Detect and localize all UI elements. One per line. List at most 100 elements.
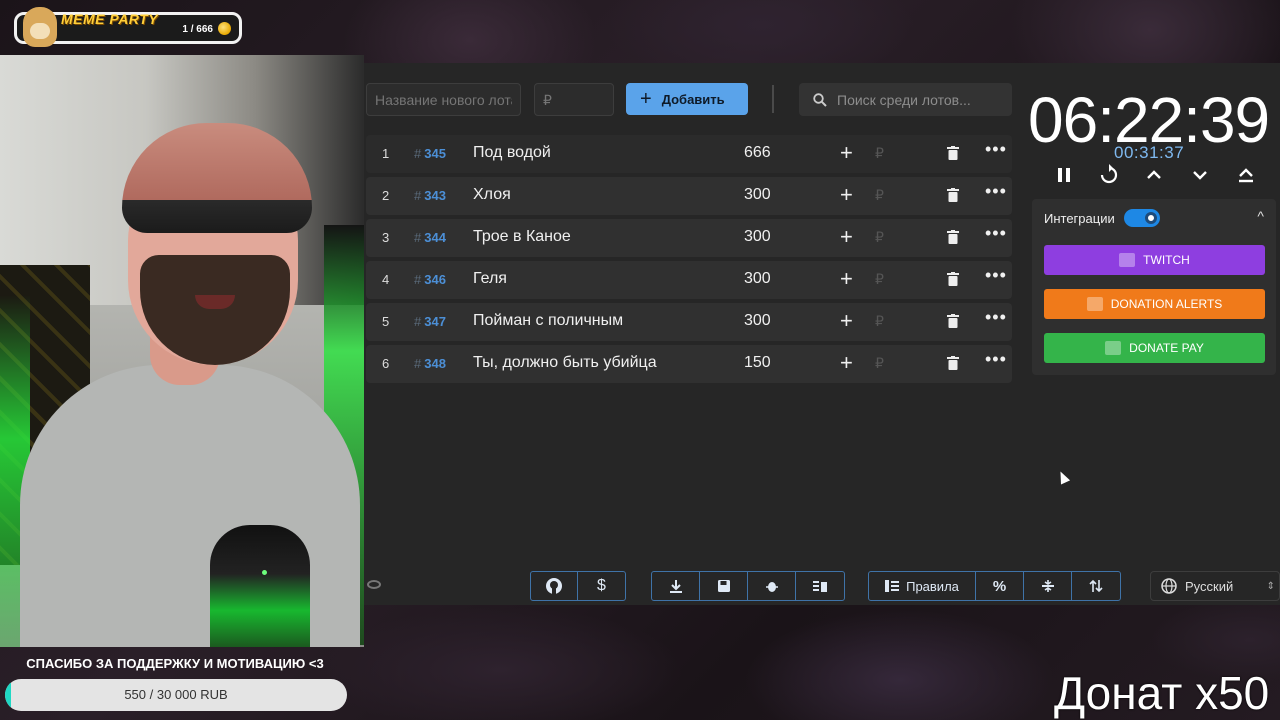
eject-icon[interactable] — [1234, 163, 1258, 187]
lot-id-value: 348 — [424, 356, 446, 371]
lot-id[interactable]: #345 — [414, 146, 446, 161]
badge-title: MEME PARTY — [61, 11, 159, 27]
lot-amount[interactable]: 150 — [744, 354, 771, 372]
lot-name[interactable]: Хлоя — [473, 186, 511, 204]
hash-icon: # — [414, 356, 422, 371]
more-options-icon[interactable]: ••• — [985, 349, 1007, 370]
donation-alerts-icon — [1086, 297, 1103, 311]
more-options-icon[interactable]: ••• — [985, 181, 1007, 202]
reset-icon[interactable] — [1097, 163, 1121, 187]
trash-icon[interactable] — [947, 230, 959, 244]
more-options-icon[interactable]: ••• — [985, 307, 1007, 328]
ruble-input-icon[interactable]: ₽ — [875, 271, 884, 288]
ruble-input-icon[interactable]: ₽ — [875, 313, 884, 330]
lot-amount[interactable]: 300 — [744, 312, 771, 330]
donation-multiplier-text: Донат x50 — [1054, 667, 1270, 719]
new-lot-amount-input[interactable] — [534, 83, 614, 116]
lot-number: 4 — [382, 272, 390, 287]
eye-icon[interactable] — [367, 580, 381, 589]
more-options-icon[interactable]: ••• — [985, 139, 1007, 160]
more-options-icon[interactable]: ••• — [985, 223, 1007, 244]
more-options-icon[interactable]: ••• — [985, 265, 1007, 286]
lot-id[interactable]: #347 — [414, 314, 446, 329]
lot-id[interactable]: #346 — [414, 272, 446, 287]
search-placeholder: Поиск среди лотов... — [837, 91, 971, 108]
lot-id-value: 344 — [424, 230, 446, 245]
add-amount-icon[interactable]: + — [840, 140, 853, 166]
clear-icon — [813, 581, 827, 592]
twitch-label: TWITCH — [1143, 253, 1190, 267]
sub-timer: 00:31:37 — [1114, 143, 1185, 162]
search-input[interactable]: Поиск среди лотов... — [799, 83, 1012, 116]
lot-amount[interactable]: 300 — [744, 186, 771, 204]
donation-alerts-button[interactable]: DONATION ALERTS — [1044, 289, 1265, 319]
lot-id[interactable]: #348 — [414, 356, 446, 371]
split-icon — [1041, 580, 1054, 592]
integrations-toggle[interactable] — [1124, 209, 1160, 227]
lot-amount[interactable]: 300 — [744, 228, 771, 246]
add-amount-icon[interactable]: + — [840, 266, 853, 292]
add-amount-icon[interactable]: + — [840, 350, 853, 376]
lot-amount[interactable]: 300 — [744, 270, 771, 288]
auction-app: + Добавить Поиск среди лотов... 1 #345 П… — [364, 63, 1280, 605]
links-group: $ — [530, 571, 626, 601]
divider — [772, 85, 774, 113]
chevron-up-icon[interactable]: ^ — [1257, 208, 1264, 224]
rules-icon — [885, 580, 900, 592]
ruble-input-icon[interactable]: ₽ — [875, 187, 884, 204]
donate-button[interactable]: $ — [578, 572, 625, 600]
add-amount-icon[interactable]: + — [840, 182, 853, 208]
trash-icon[interactable] — [947, 272, 959, 286]
lot-id[interactable]: #344 — [414, 230, 446, 245]
add-amount-icon[interactable]: + — [840, 224, 853, 250]
settings-group: Правила % — [868, 571, 1121, 601]
lot-row: 6 #348 Ты, должно быть убийца 150 + ₽ ••… — [366, 345, 1012, 383]
chevron-up-icon[interactable] — [1142, 163, 1166, 187]
lot-name[interactable]: Ты, должно быть убийца — [473, 354, 657, 372]
save-icon — [717, 580, 730, 592]
language-select[interactable]: Русский ⇕ — [1150, 571, 1280, 601]
add-amount-icon[interactable]: + — [840, 308, 853, 334]
pause-icon[interactable] — [1052, 163, 1076, 187]
donation-goal-bar: 550 / 30 000 RUB — [5, 679, 347, 711]
integrations-label: Интеграции — [1044, 211, 1115, 226]
donate-pay-button[interactable]: DONATE PAY — [1044, 333, 1265, 363]
goal-text: 550 / 30 000 RUB — [124, 687, 228, 702]
bug-icon — [765, 582, 778, 592]
bug-button[interactable] — [748, 572, 796, 600]
thanks-banner: СПАСИБО ЗА ПОДДЕРЖКУ И МОТИВАЦИЮ <3 — [26, 656, 324, 671]
lot-name[interactable]: Трое в Каное — [473, 228, 571, 246]
split-button[interactable] — [1024, 572, 1072, 600]
trash-icon[interactable] — [947, 356, 959, 370]
trash-icon[interactable] — [947, 188, 959, 202]
ruble-input-icon[interactable]: ₽ — [875, 355, 884, 372]
ruble-input-icon[interactable]: ₽ — [875, 145, 884, 162]
lot-name[interactable]: Пойман с поличным — [473, 312, 623, 330]
add-lot-button[interactable]: + Добавить — [626, 83, 748, 115]
new-lot-name-input[interactable] — [366, 83, 521, 116]
clear-button[interactable] — [796, 572, 844, 600]
sort-button[interactable] — [1072, 572, 1120, 600]
search-icon — [813, 92, 827, 107]
lot-name[interactable]: Геля — [473, 270, 507, 288]
download-button[interactable] — [652, 572, 700, 600]
lot-name[interactable]: Под водой — [473, 144, 551, 162]
trash-icon[interactable] — [947, 146, 959, 160]
badge-count: 1 / 666 — [182, 24, 213, 35]
hash-icon: # — [414, 314, 422, 329]
chevron-down-icon[interactable] — [1188, 163, 1212, 187]
download-icon — [669, 580, 682, 593]
twitch-button[interactable]: TWITCH — [1044, 245, 1265, 275]
percent-button[interactable]: % — [976, 572, 1024, 600]
trash-icon[interactable] — [947, 314, 959, 328]
lot-id[interactable]: #343 — [414, 188, 446, 203]
github-button[interactable] — [531, 572, 578, 600]
lot-amount[interactable]: 666 — [744, 144, 771, 162]
ruble-input-icon[interactable]: ₽ — [875, 229, 884, 246]
sort-icon — [1089, 579, 1103, 593]
hash-icon: # — [414, 230, 422, 245]
rules-button[interactable]: Правила — [869, 572, 976, 600]
save-button[interactable] — [700, 572, 748, 600]
lot-id-value: 345 — [424, 146, 446, 161]
webcam-feed — [0, 55, 364, 647]
